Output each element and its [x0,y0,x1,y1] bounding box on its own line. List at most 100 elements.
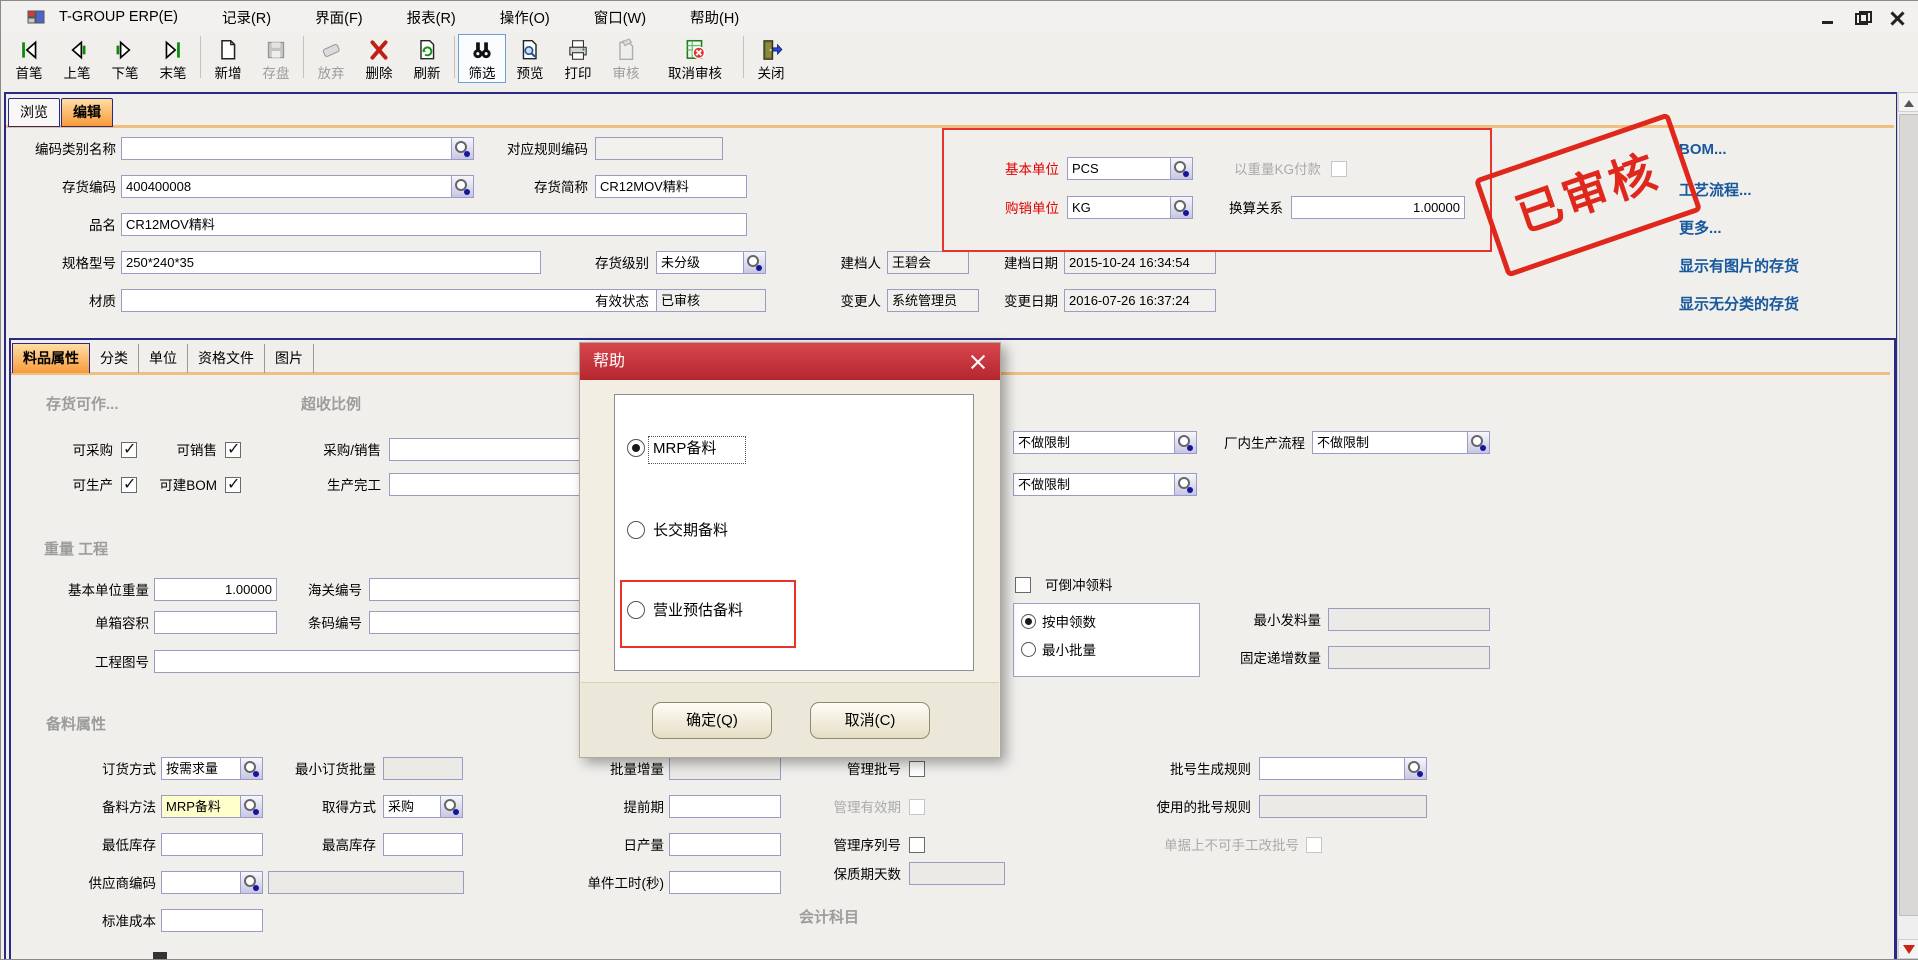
scroll-down-icon[interactable] [1898,939,1918,959]
base-weight-input[interactable]: 1.00000 [154,578,277,601]
restriction-input-1[interactable]: 不做限制 [1013,431,1197,454]
prep-method-input[interactable]: MRP备料 [161,795,263,818]
material-input[interactable] [121,289,747,312]
unit-time-input[interactable] [669,871,781,894]
acquire-mode-input[interactable]: 采购 [383,795,463,818]
tab-unit[interactable]: 单位 [139,344,188,373]
producible-checkbox[interactable] [121,477,137,493]
trade-unit-input[interactable]: KG [1067,196,1193,219]
production-done-input[interactable] [389,473,581,496]
toolbar-first-button[interactable]: 首笔 [5,34,53,83]
min-batch-radio[interactable] [1021,642,1036,657]
base-unit-input[interactable]: PCS [1067,157,1193,180]
toolbar-last-button[interactable]: 末笔 [149,34,197,83]
box-volume-input[interactable] [154,611,277,634]
factory-flow-input[interactable]: 不做限制 [1312,431,1490,454]
lookup-icon[interactable] [451,138,473,159]
sellable-checkbox[interactable] [225,442,241,458]
menu-record[interactable]: 记录(R) [222,7,271,28]
manage-serial-checkbox[interactable] [909,837,925,853]
max-stock-input[interactable] [383,833,463,856]
rule-code-input[interactable] [595,137,723,160]
lookup-icon[interactable] [240,872,262,893]
lookup-icon[interactable] [240,796,262,817]
menu-interface[interactable]: 界面(F) [315,7,363,28]
backflush-checkbox[interactable] [1015,577,1031,593]
coding-category-input[interactable] [121,137,474,160]
daily-output-input[interactable] [669,833,781,856]
lookup-icon[interactable] [1170,158,1192,179]
leadtime-input[interactable] [669,795,781,818]
help-dialog-titlebar[interactable]: 帮助 [580,343,1000,380]
supplier-code-input[interactable] [161,871,263,894]
menu-help[interactable]: 帮助(H) [690,7,739,28]
tab-browse[interactable]: 浏览 [8,98,60,127]
link-show-with-images[interactable]: 显示有图片的存货 [1679,255,1799,276]
manage-batch-checkbox[interactable] [909,761,925,777]
option-sales-forecast-radio[interactable] [627,601,645,619]
toolbar-new-button[interactable]: 新增 [204,34,252,83]
dialog-close-icon[interactable] [968,352,988,372]
lookup-icon[interactable] [1174,474,1196,495]
toolbar-close-form-button[interactable]: 关闭 [747,34,795,83]
option-mrp-radio[interactable] [627,439,645,457]
vertical-scrollbar[interactable] [1897,92,1918,959]
order-mode-input[interactable]: 按需求量 [161,757,263,780]
tab-qualification-files[interactable]: 资格文件 [188,344,265,373]
std-cost-input[interactable] [161,909,263,932]
tab-category[interactable]: 分类 [90,344,139,373]
customs-code-input[interactable] [369,578,581,601]
level-input[interactable]: 未分级 [656,251,766,274]
lookup-icon[interactable] [240,758,262,779]
item-name-input[interactable]: CR12MOV精料 [121,213,747,236]
menu-operation[interactable]: 操作(O) [500,7,550,28]
option-long-leadtime-radio[interactable] [627,521,645,539]
conversion-input[interactable]: 1.00000 [1291,196,1465,219]
barcode-input[interactable] [369,611,581,634]
toolbar-preview-button[interactable]: 预览 [506,34,554,83]
lookup-icon[interactable] [1467,432,1489,453]
batch-rule-input[interactable] [1259,757,1427,780]
menu-tgroup-erp[interactable]: T-GROUP ERP(E) [59,9,178,25]
close-icon[interactable] [1889,11,1905,25]
restore-icon[interactable] [1855,11,1871,25]
option-sales-forecast-label[interactable]: 营业预估备料 [653,601,743,621]
cancel-button[interactable]: 取消(C) [810,702,930,739]
toolbar-prev-button[interactable]: 上笔 [53,34,101,83]
lookup-icon[interactable] [1170,197,1192,218]
toolbar-print-button[interactable]: 打印 [554,34,602,83]
tab-item-attributes[interactable]: 料品属性 [12,343,90,373]
lookup-icon[interactable] [1404,758,1426,779]
link-bom[interactable]: BOM... [1679,141,1727,158]
scrollbar-thumb[interactable] [1899,114,1918,916]
toolbar-cancel-audit-button[interactable]: 取消审核 [650,34,740,83]
lookup-icon[interactable] [451,176,473,197]
purchase-sale-input[interactable] [389,438,581,461]
menu-report[interactable]: 报表(R) [407,7,456,28]
menu-window[interactable]: 窗口(W) [594,7,646,28]
lookup-icon[interactable] [1174,432,1196,453]
item-code-input[interactable]: 400400008 [121,175,474,198]
min-stock-input[interactable] [161,833,263,856]
purchasable-checkbox[interactable] [121,442,137,458]
toolbar-delete-button[interactable]: 删除 [355,34,403,83]
tab-images[interactable]: 图片 [265,344,314,373]
bomable-checkbox[interactable] [225,477,241,493]
link-show-uncategorized[interactable]: 显示无分类的存货 [1679,293,1799,314]
restriction-input-2[interactable]: 不做限制 [1013,473,1197,496]
option-mrp-label[interactable]: MRP备料 [653,439,716,459]
link-more[interactable]: 更多... [1679,217,1722,238]
ok-button[interactable]: 确定(Q) [652,702,772,739]
tab-edit[interactable]: 编辑 [61,98,113,127]
spec-input[interactable]: 250*240*35 [121,251,541,274]
option-long-leadtime-label[interactable]: 长交期备料 [653,521,728,541]
toolbar-next-button[interactable]: 下笔 [101,34,149,83]
toolbar-refresh-button[interactable]: 刷新 [403,34,451,83]
lookup-icon[interactable] [440,796,462,817]
drawing-no-input[interactable] [154,650,582,673]
scroll-up-icon[interactable] [1898,92,1918,112]
item-abbr-input[interactable]: CR12MOV精料 [595,175,747,198]
minimize-icon[interactable] [1821,11,1837,25]
by-apply-qty-radio[interactable] [1021,614,1036,629]
lookup-icon[interactable] [743,252,765,273]
